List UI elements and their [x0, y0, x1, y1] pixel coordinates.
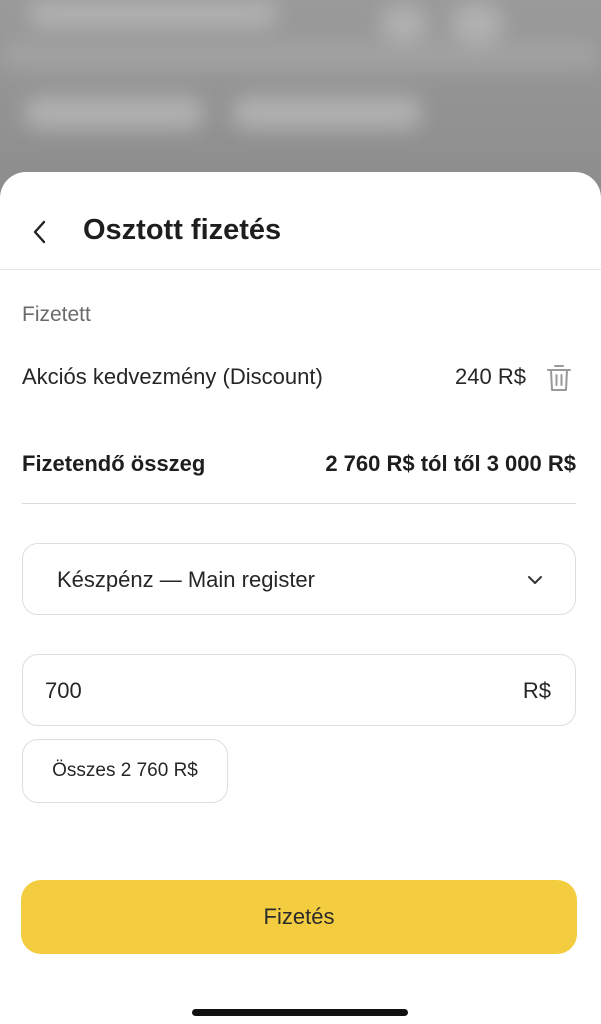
blurred-shape: [450, 2, 504, 46]
discount-name: Akciós kedvezmény (Discount): [22, 364, 323, 389]
pay-button[interactable]: Fizetés: [21, 880, 577, 954]
payable-label: Fizetendő összeg: [22, 451, 206, 476]
home-indicator: [192, 1009, 408, 1016]
chevron-down-icon: [528, 576, 542, 584]
chevron-left-icon: [33, 220, 46, 244]
blurred-shape: [24, 96, 204, 130]
currency-label: R$: [522, 678, 551, 703]
blurred-shape: [0, 40, 601, 70]
amount-field[interactable]: R$: [22, 654, 576, 726]
discount-amount: 240 R$: [455, 364, 526, 389]
blurred-shape: [380, 4, 428, 44]
split-payment-sheet: Osztott fizetés Fizetett Akciós kedvezmé…: [0, 172, 601, 1024]
discount-row: Akciós kedvezmény (Discount) 240 R$: [22, 362, 574, 394]
sheet-header: Osztott fizetés: [0, 172, 601, 270]
paid-section-label: Fizetett: [22, 303, 91, 326]
payable-row: Fizetendő összeg 2 760 R$ tól től 3 000 …: [22, 449, 576, 481]
payment-method-select[interactable]: Készpénz — Main register: [22, 543, 576, 615]
payable-value: 2 760 R$ tól től 3 000 R$: [325, 451, 576, 476]
total-amount-chip[interactable]: Összes 2 760 R$: [22, 739, 228, 803]
blurred-shape: [28, 0, 278, 28]
payment-method-value: Készpénz — Main register: [57, 567, 315, 592]
divider: [22, 503, 576, 504]
delete-discount-button[interactable]: [544, 362, 574, 394]
blurred-shape: [232, 96, 422, 130]
amount-input[interactable]: [45, 675, 465, 707]
page-title: Osztott fizetés: [83, 214, 282, 246]
back-button[interactable]: [26, 216, 54, 248]
trash-icon: [547, 365, 571, 391]
blurred-background: [0, 0, 601, 200]
